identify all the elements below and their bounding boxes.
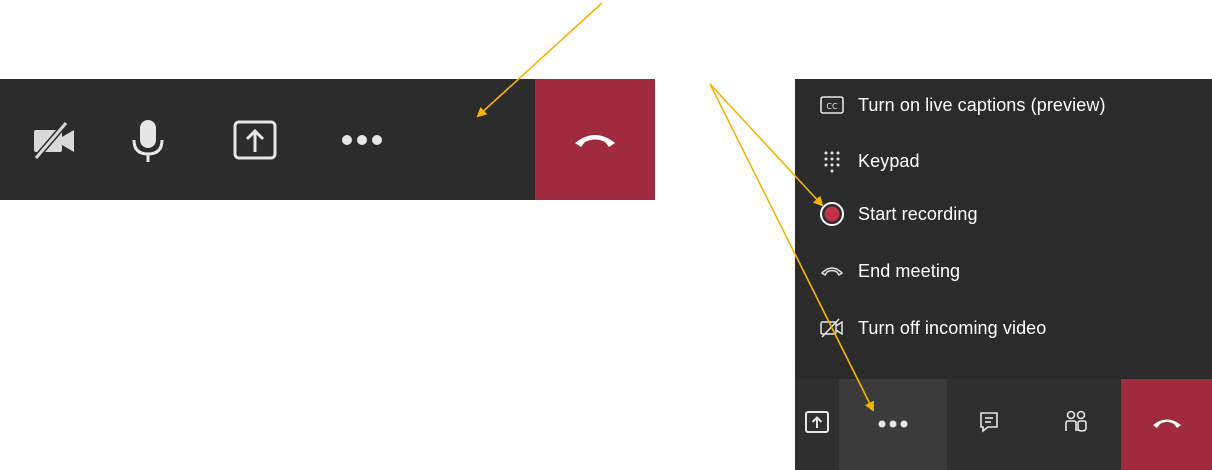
menu-item-label: Keypad — [858, 150, 920, 171]
hang-up-button[interactable] — [1121, 379, 1212, 470]
menu-item-label: Turn on live captions (preview) — [858, 94, 1106, 115]
phone-hangup-icon — [573, 131, 617, 149]
microphone-icon — [128, 116, 168, 164]
compact-call-toolbar — [795, 379, 1212, 470]
share-screen-button[interactable] — [201, 79, 308, 200]
menu-item-keypad[interactable]: Keypad — [795, 138, 1212, 184]
share-tray-icon — [804, 410, 830, 439]
more-dots-icon — [876, 416, 910, 434]
phone-hangup-icon — [1152, 416, 1182, 434]
end-call-icon — [819, 258, 845, 284]
menu-item-live-captions[interactable]: CC Turn on live captions (preview) — [795, 82, 1212, 128]
microphone-button[interactable] — [94, 79, 201, 200]
menu-item-end-meeting[interactable]: End meeting — [795, 248, 1212, 294]
video-off-icon — [819, 315, 845, 341]
menu-item-label: Turn off incoming video — [858, 317, 1047, 338]
chat-button[interactable] — [947, 379, 1031, 470]
more-actions-menu: CC Turn on live captions (preview) Keypa… — [795, 79, 1212, 361]
menu-item-label: Start recording — [858, 203, 978, 224]
meeting-panel: CC Turn on live captions (preview) Keypa… — [795, 79, 1212, 470]
hang-up-button[interactable] — [535, 79, 655, 200]
menu-item-start-recording[interactable]: Start recording — [795, 191, 1212, 237]
menu-item-turn-off-video[interactable]: Turn off incoming video — [795, 305, 1212, 351]
more-actions-button[interactable] — [308, 79, 415, 200]
share-tray-icon — [231, 118, 279, 162]
menu-item-label: End meeting — [858, 260, 961, 281]
share-screen-button[interactable] — [795, 379, 839, 470]
call-toolbar — [0, 79, 655, 200]
svg-text:CC: CC — [826, 102, 838, 111]
more-dots-icon — [338, 133, 386, 147]
camera-toggle-button[interactable] — [14, 79, 94, 200]
more-actions-button[interactable] — [839, 379, 947, 470]
participants-button[interactable] — [1031, 379, 1120, 470]
video-off-icon — [30, 120, 78, 160]
closed-captions-icon: CC — [819, 92, 845, 118]
keypad-icon — [819, 148, 845, 174]
record-icon — [819, 201, 845, 227]
people-icon — [1063, 409, 1089, 440]
chat-icon — [978, 410, 1000, 439]
